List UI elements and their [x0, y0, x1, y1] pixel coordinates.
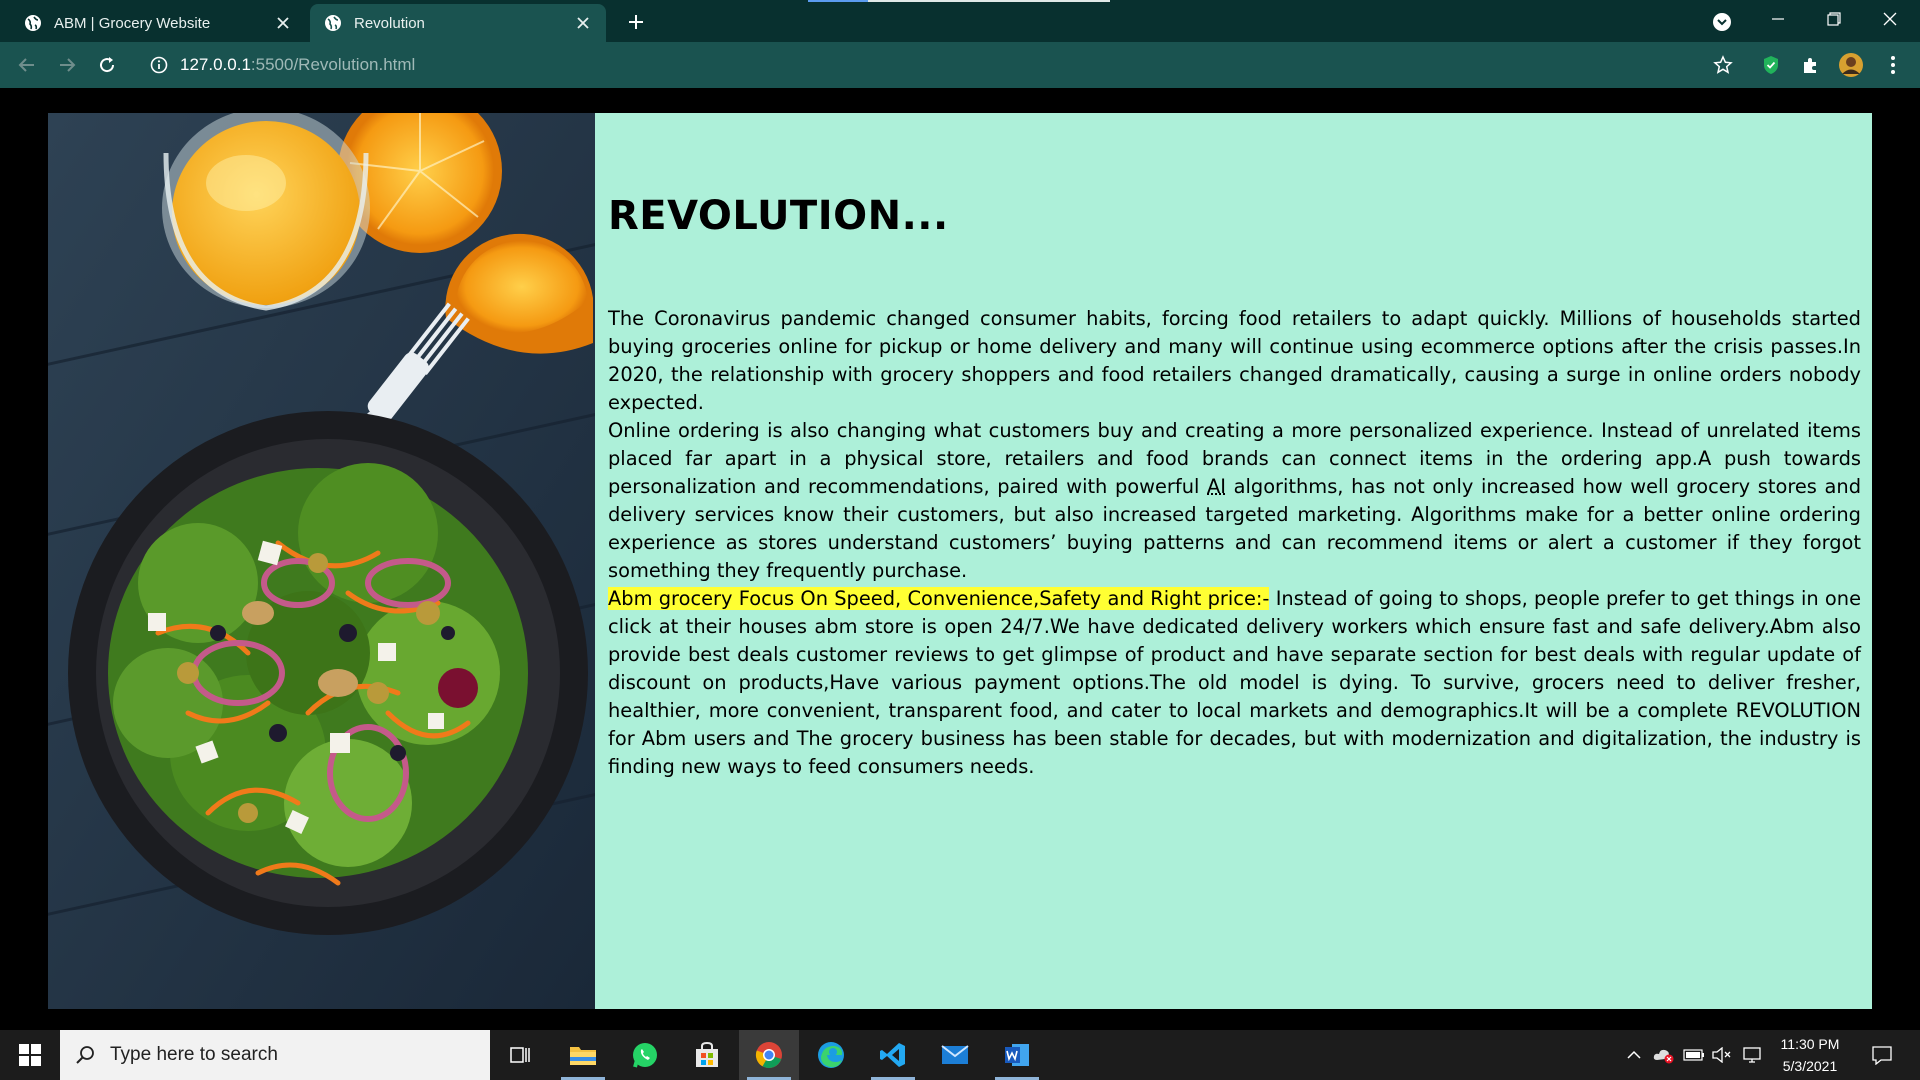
windows-start-icon[interactable]	[0, 1030, 60, 1080]
extensions-puzzle-icon[interactable]	[1796, 50, 1826, 80]
tab-title: ABM | Grocery Website	[54, 14, 211, 32]
site-info-icon[interactable]	[148, 54, 170, 76]
highlighted-focus-heading: Abm grocery Focus On Speed, Convenience,…	[608, 587, 1270, 610]
file-explorer-icon[interactable]	[553, 1030, 613, 1080]
browser-toolbar: 127.0.0.1:5500/Revolution.html	[0, 42, 1920, 88]
taskbar-search-box[interactable]: Type here to search	[60, 1030, 490, 1080]
system-clock[interactable]: 11:30 PM 5/3/2021	[1770, 1033, 1850, 1077]
tab-title: Revolution	[354, 14, 425, 32]
word-icon[interactable]	[987, 1030, 1047, 1080]
article-panel: REVOLUTION... The Coronavirus pandemic c…	[595, 113, 1872, 1009]
loading-progress-bar	[808, 0, 1110, 2]
url-path: :5500/Revolution.html	[250, 55, 416, 74]
kebab-menu-icon[interactable]	[1878, 50, 1908, 80]
task-view-icon[interactable]	[490, 1030, 550, 1080]
shield-extension-icon[interactable]	[1756, 50, 1786, 80]
article-paragraph-3: Abm grocery Focus On Speed, Convenience,…	[608, 585, 1861, 781]
web-page-viewport: REVOLUTION... The Coronavirus pandemic c…	[0, 88, 1920, 1030]
whatsapp-icon[interactable]	[615, 1030, 675, 1080]
article-body: The Coronavirus pandemic changed consume…	[608, 305, 1861, 781]
reload-icon[interactable]	[92, 50, 122, 80]
show-hidden-icons-chevron-icon[interactable]	[1620, 1030, 1648, 1080]
network-icon[interactable]	[1738, 1030, 1766, 1080]
article-paragraph-1: The Coronavirus pandemic changed consume…	[608, 307, 1861, 414]
browser-tab-strip: ABM | Grocery Website Revolution	[0, 0, 1920, 42]
tab-revolution[interactable]: Revolution	[310, 4, 606, 42]
windows-taskbar: Type here to search 11:30 PM 5/3/2021	[0, 1030, 1920, 1080]
close-icon[interactable]	[574, 14, 592, 32]
notification-center-icon[interactable]	[1862, 1030, 1902, 1080]
clock-date: 5/3/2021	[1782, 1058, 1838, 1074]
back-arrow-icon[interactable]	[12, 50, 42, 80]
clock-time: 11:30 PM	[1780, 1036, 1840, 1052]
salad-image	[48, 113, 595, 1009]
vscode-icon[interactable]	[863, 1030, 923, 1080]
minimize-icon[interactable]	[1756, 4, 1800, 34]
bookmark-star-icon[interactable]	[1708, 50, 1738, 80]
profile-avatar-icon[interactable]	[1836, 50, 1866, 80]
mail-icon[interactable]	[925, 1030, 985, 1080]
forward-arrow-icon[interactable]	[52, 50, 82, 80]
restore-icon[interactable]	[1812, 4, 1856, 34]
globe-icon	[324, 14, 342, 32]
page-title: REVOLUTION...	[608, 193, 949, 239]
battery-icon[interactable]	[1680, 1030, 1708, 1080]
onedrive-error-icon[interactable]	[1650, 1030, 1678, 1080]
chrome-icon[interactable]	[739, 1030, 799, 1080]
new-tab-plus-icon[interactable]	[622, 8, 650, 36]
close-icon[interactable]	[274, 14, 292, 32]
article-paragraph-2: Online ordering is also changing what cu…	[608, 417, 1861, 585]
paragraph-3-text: Instead of going to shops, people prefer…	[608, 587, 1862, 778]
window-close-icon[interactable]	[1868, 4, 1912, 34]
edge-icon[interactable]	[801, 1030, 861, 1080]
url-host: 127.0.0.1	[180, 55, 251, 74]
tab-search-icon[interactable]	[1710, 10, 1734, 34]
volume-muted-icon[interactable]	[1708, 1030, 1736, 1080]
globe-icon	[24, 14, 42, 32]
search-placeholder: Type here to search	[110, 1044, 278, 1065]
search-icon	[60, 1030, 110, 1080]
address-bar[interactable]: 127.0.0.1:5500/Revolution.html	[140, 47, 1740, 83]
ai-abbreviation: AI	[1207, 475, 1226, 498]
microsoft-store-icon[interactable]	[677, 1030, 737, 1080]
tab-abm-grocery[interactable]: ABM | Grocery Website	[10, 4, 306, 42]
